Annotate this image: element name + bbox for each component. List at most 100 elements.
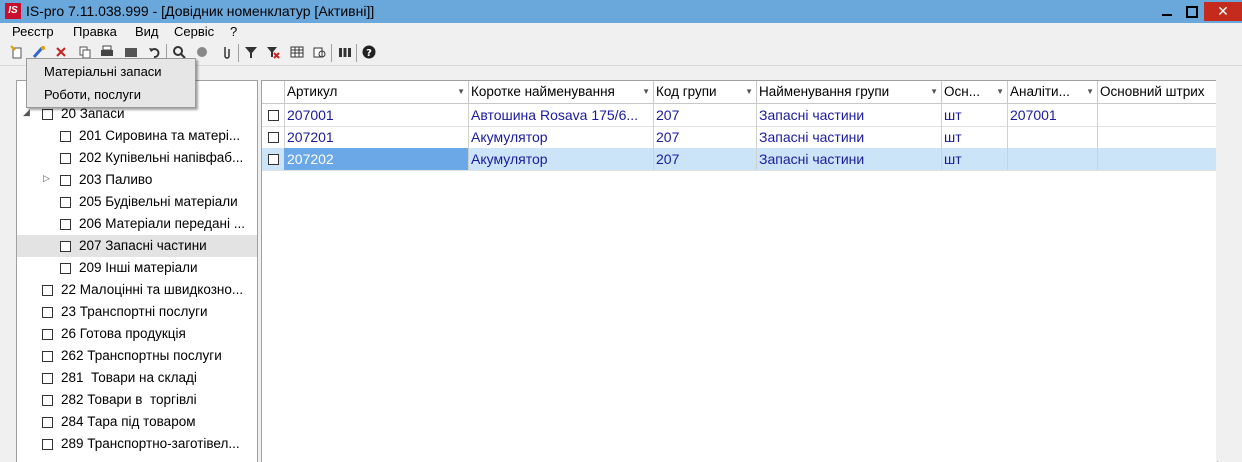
tree-checkbox[interactable] [42,109,53,120]
row-checkbox[interactable] [268,132,279,143]
tree-checkbox[interactable] [42,307,53,318]
print-icon[interactable] [100,45,114,59]
menu-service[interactable]: Сервіс [174,24,214,39]
find-next-icon[interactable] [196,45,210,59]
cell-analytics[interactable] [1007,126,1098,148]
maximize-button[interactable] [1180,2,1202,21]
cell-base-unit[interactable]: шт [941,126,1008,148]
tree-item-22[interactable]: 22 Малоцінні та швидкозно... [17,279,257,301]
tree-checkbox[interactable] [42,417,53,428]
cell-group-code[interactable]: 207 [653,104,757,126]
filter-icon[interactable] [244,45,258,59]
delete-icon[interactable] [54,45,68,59]
tree-item-label: 22 Малоцінні та швидкозно... [61,282,244,297]
tree-item-281[interactable]: 281 Товари на складі [17,367,257,389]
close-button[interactable]: ✕ [1204,2,1242,21]
tree-checkbox[interactable] [60,197,71,208]
tree-item-201[interactable]: 201 Сировина та матері... [17,125,257,147]
menu-view[interactable]: Вид [135,24,159,39]
tree-checkbox[interactable] [42,329,53,340]
tree-checkbox[interactable] [60,175,71,186]
menu-edit[interactable]: Правка [73,24,117,39]
tree-checkbox[interactable] [60,263,71,274]
tree-item-206[interactable]: 206 Матеріали передані ... [17,213,257,235]
table-row[interactable]: 207201 Акумулятор 207 Запасні частини шт [262,126,1217,149]
column-header-group-code[interactable]: Код групи ▼ [653,81,757,103]
tree-item-203[interactable]: ▷ 203 Паливо [17,169,257,191]
attach-icon[interactable] [220,45,234,59]
row-checkbox[interactable] [268,154,279,165]
edit-icon[interactable] [32,45,46,59]
help-icon[interactable]: ? [362,45,376,59]
search-icon[interactable] [172,45,186,59]
menu-help[interactable]: ? [230,24,237,39]
cell-group-name[interactable]: Запасні частини [756,104,942,126]
tree-checkbox[interactable] [42,285,53,296]
column-header-barcode[interactable]: Основний штрих [1097,81,1216,103]
tree-checkbox[interactable] [60,131,71,142]
minimize-button[interactable] [1156,2,1178,21]
header-select-column[interactable] [262,81,285,103]
tree-checkbox[interactable] [60,241,71,252]
tree-item-26[interactable]: 26 Готова продукція [17,323,257,345]
tree-item-23[interactable]: 23 Транспортні послуги [17,301,257,323]
row-select-cell[interactable] [262,104,285,126]
column-header-article[interactable]: Артикул ▼ [284,81,469,103]
cell-analytics[interactable] [1007,148,1098,170]
tree-checkbox[interactable] [60,219,71,230]
cell-group-code[interactable]: 207 [653,148,757,170]
tree-item-207[interactable]: 207 Запасні частини [17,235,257,257]
column-header-label: Артикул [287,84,338,99]
tree-checkbox[interactable] [42,351,53,362]
tree-item-205[interactable]: 205 Будівельні матеріали [17,191,257,213]
folder-icon[interactable] [124,45,138,59]
cell-analytics[interactable]: 207001 [1007,104,1098,126]
cell-article-focused[interactable]: 207202 [284,148,469,170]
cell-text: Запасні частини [759,129,865,145]
cell-base-unit[interactable]: шт [941,104,1008,126]
cell-barcode[interactable] [1097,148,1216,170]
cell-short-name[interactable]: Акумулятор [468,126,654,148]
cell-barcode[interactable] [1097,126,1216,148]
tree-item-202[interactable]: 202 Купівельні напівфаб... [17,147,257,169]
column-header-base-unit[interactable]: Осн... ▼ [941,81,1008,103]
column-header-group-name[interactable]: Найменування групи ▼ [756,81,942,103]
row-select-cell[interactable] [262,148,285,170]
clear-filter-icon[interactable] [266,45,280,59]
row-select-cell[interactable] [262,126,285,148]
table-icon[interactable] [290,45,304,59]
tree-item-284[interactable]: 284 Тара під товаром [17,411,257,433]
table-row[interactable]: 207001 Автошина Rosava 175/6... 207 Запа… [262,104,1217,127]
cell-short-name[interactable]: Автошина Rosava 175/6... [468,104,654,126]
tree-item-209[interactable]: 209 Інші матеріали [17,257,257,279]
row-checkbox[interactable] [268,110,279,121]
tree-item-289[interactable]: 289 Транспортно-заготівел... [17,433,257,455]
cell-group-code[interactable]: 207 [653,126,757,148]
column-header-short-name[interactable]: Коротке найменування ▼ [468,81,654,103]
tree-checkbox[interactable] [42,439,53,450]
cell-base-unit[interactable]: шт [941,148,1008,170]
expanded-icon[interactable]: ◢ [23,107,30,118]
new-document-icon[interactable] [10,45,24,59]
cell-group-name[interactable]: Запасні частини [756,126,942,148]
undo-icon[interactable] [148,45,162,59]
cell-short-name[interactable]: Акумулятор [468,148,654,170]
cell-article[interactable]: 207001 [284,104,469,126]
cell-barcode[interactable] [1097,104,1216,126]
tree-checkbox[interactable] [42,395,53,406]
column-header-analytics[interactable]: Аналіти... ▼ [1007,81,1098,103]
table-row-selected[interactable]: 207202 Акумулятор 207 Запасні частини шт [262,148,1217,171]
tree-checkbox[interactable] [42,373,53,384]
copy-icon[interactable] [78,45,92,59]
refresh-icon[interactable] [312,45,326,59]
tree-item-262[interactable]: 262 Транспортны послуги [17,345,257,367]
tree-checkbox[interactable] [60,153,71,164]
cell-article[interactable]: 207201 [284,126,469,148]
tree-item-282[interactable]: 282 Товари в торгівлі [17,389,257,411]
popup-item-works-services[interactable]: Роботи, послуги [44,87,141,102]
popup-item-material-stocks[interactable]: Матеріальні запаси [44,64,162,79]
cell-group-name[interactable]: Запасні частини [756,148,942,170]
collapsed-icon[interactable]: ▷ [43,173,50,184]
columns-icon[interactable] [338,45,352,59]
menu-registry[interactable]: Реєстр [12,24,54,39]
